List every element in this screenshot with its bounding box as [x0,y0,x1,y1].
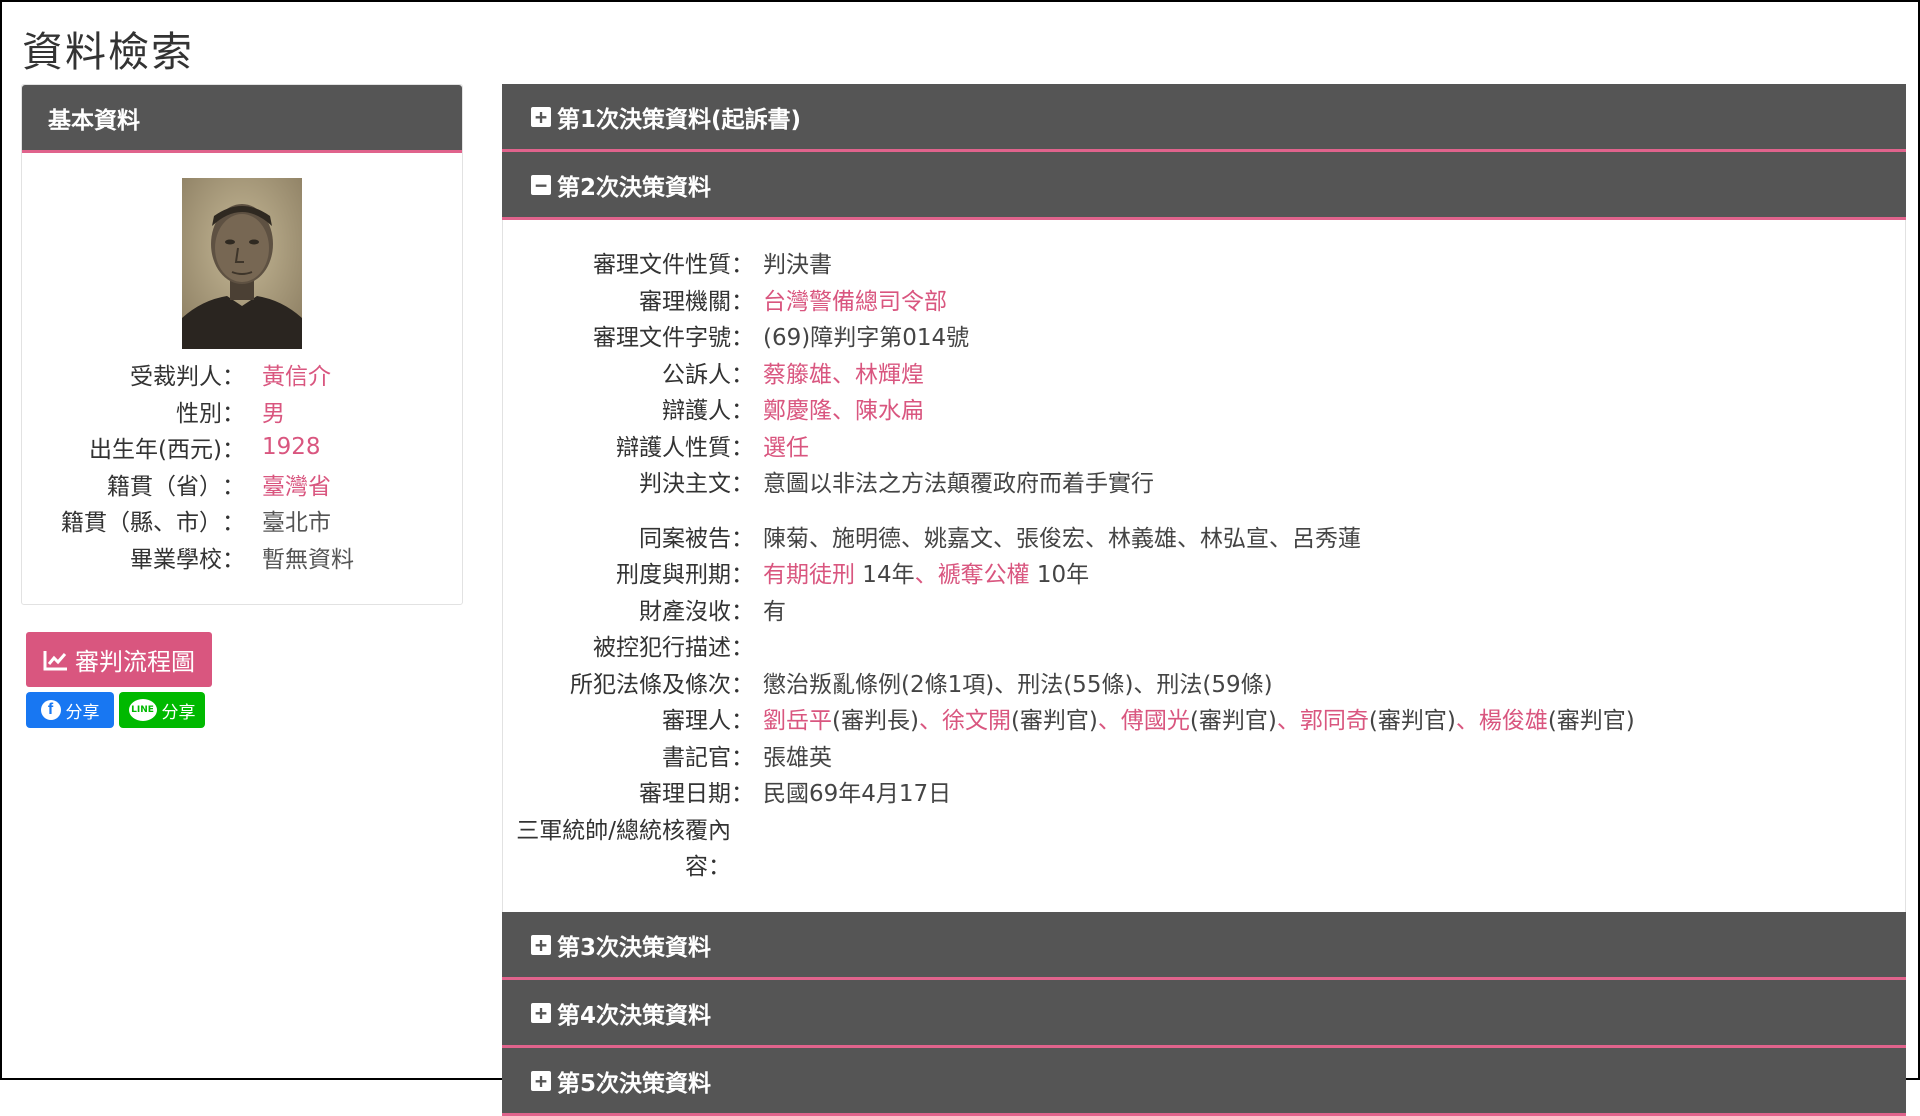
line-share-label: 分享 [161,702,196,723]
basic-info-label: 籍貫（縣、市） [61,510,222,537]
detail-row-defender: 辯護人 ： 鄭慶隆、陳水扁 [662,398,924,424]
basic-info-value[interactable]: 1928 [262,434,321,460]
accordion-header-4[interactable]: + 第4次決策資料 [502,980,1906,1048]
detail-row-sentence: 刑度與刑期 ： 有期徒刑 14年、褫奪公權 10年 [616,562,1090,588]
detail-row-judges: 審理人 ： 劉岳平(審判長)、徐文開(審判官)、傅國光(審判官)、郭同奇(審判官… [503,703,1903,740]
detail-row-verdict: 判決主文 ： 意圖以非法之方法顛覆政府而着手實行 [503,466,1903,503]
accordion-title-3: 第3次決策資料 [557,934,712,961]
sentence-type-link[interactable]: 有期徒刑 [763,562,855,588]
person-photo [182,178,302,349]
facebook-share-label: 分享 [65,702,100,723]
basic-info-label: 畢業學校 [130,546,222,573]
accordion-title-5: 第5次決策資料 [557,1070,712,1097]
detail-row-agency: 審理機關 ： 台灣警備總司令部 [639,288,947,315]
judge-link[interactable]: 劉岳平 [763,708,832,734]
verdict-value: 意圖以非法之方法顛覆政府而着手實行 [763,471,1154,497]
doc-no-value: (69)障判字第014號 [763,325,970,351]
defender-link[interactable]: 陳水扁 [855,398,924,424]
detail-row-doc-no: 審理文件字號 ： (69)障判字第014號 [503,320,1903,357]
basic-info-table: 受裁判人：黃信介 性別：男出生年(西元)： 1928 籍貫（省）：臺灣省 籍貫（縣、市）… [22,356,462,575]
detail-row-defender-type: 辯護人性質 ： 選任 [616,434,809,461]
detail-row-clerk: 書記官 ： 張雄英 [503,740,1903,777]
detail-row-charges-desc: 被控犯行描述 ： [593,635,754,661]
accordion-header-5[interactable]: + 第5次決策資料 [502,1048,1906,1116]
defender-link[interactable]: 鄭慶隆 [763,398,832,424]
basic-info-row: 畢業學校：暫無資料 [22,539,462,576]
decision-accordion: + 第1次決策資料(起訴書) − 第2次決策資料 審理文件性質 ： 判決書 審理… [502,84,1906,1116]
basic-info-value[interactable]: 男 [262,394,285,428]
basic-info-label: 籍貫（省） [107,473,222,500]
basic-info-value: 暫無資料 [262,546,354,573]
judge-link[interactable]: 楊俊雄 [1479,708,1548,734]
page-title: 資料檢索 [22,28,194,76]
detail-row-prosecutor: 公訴人 ： 蔡籐雄、林輝煌 [662,361,924,388]
detail-row-date: 審理日期 ： 民國69年4月17日 [503,776,1903,813]
facebook-icon: f [40,700,61,720]
confiscation-value: 有 [763,598,786,625]
flow-chart-button[interactable]: 審判流程圖 [26,632,212,687]
agency-link[interactable]: 台灣警備總司令部 [763,289,947,315]
plus-square-icon: + [531,1070,551,1091]
clerk-value: 張雄英 [763,744,832,771]
basic-info-card: 基本資料 受裁判人：黃信介 性別：男出生年(西元)： 1928 籍貫（省）：臺灣省 籍貫… [21,84,463,605]
prosecutor-link[interactable]: 林輝煌 [855,362,924,388]
accordion-header-3[interactable]: + 第3次決策資料 [502,912,1906,980]
sentence-type-link[interactable]: 褫奪公權 [938,562,1030,588]
judge-link[interactable]: 傅國光 [1121,708,1190,734]
detail-row-review: 三軍統帥/總統核覆內 容： [516,817,731,881]
line-icon: LINE [128,699,157,721]
detail-row-co-defendants: 同案被告 ： 陳菊、施明德、姚嘉文、張俊宏、林義雄、林弘宣、呂秀蓮 [503,521,1903,558]
detail-row-laws: 所犯法條及條次 ： 懲治叛亂條例(2條1項)、刑法(55條)、刑法(59條) [503,667,1903,704]
basic-info-row: 性別：男 [22,393,462,430]
accordion-body-2: 審理文件性質 ： 判決書 審理機關 ： 台灣警備總司令部 審理文件字號 ： (6… [502,220,1906,912]
judge-link[interactable]: 徐文開 [942,708,1011,734]
doc-type-value: 判決書 [763,252,832,278]
basic-info-value[interactable]: 黃信介 [262,357,331,391]
judge-link[interactable]: 郭同奇 [1300,708,1369,734]
basic-info-label: 出生年(西元) [89,437,222,464]
judges-value: 劉岳平(審判長)、徐文開(審判官)、傅國光(審判官)、郭同奇(審判官)、楊俊雄(… [763,708,1635,734]
plus-square-icon: + [531,1002,551,1023]
accordion-header-1[interactable]: + 第1次決策資料(起訴書) [502,84,1906,152]
basic-info-header: 基本資料 [22,85,462,153]
accordion-title-2: 第2次決策資料 [557,174,712,201]
line-share-button[interactable]: LINE 分享 [119,692,205,728]
basic-info-value[interactable]: 臺灣省 [262,467,331,501]
basic-info-row: 籍貫（縣、市）：臺北市 [22,502,462,539]
basic-info-row: 籍貫（省）：臺灣省 [22,466,462,503]
co-defendants-value: 陳菊、施明德、姚嘉文、張俊宏、林義雄、林弘宣、呂秀蓮 [763,525,1361,552]
line-chart-icon [43,650,67,670]
basic-info-row: 出生年(西元)： 1928 [22,429,462,466]
detail-row-doc-type: 審理文件性質 ： 判決書 [503,247,1903,284]
accordion-title-1: 第1次決策資料(起訴書) [557,106,802,133]
basic-info-label: 受裁判人 [130,364,222,391]
flow-chart-label: 審判流程圖 [75,648,195,676]
date-value: 民國69年4月17日 [763,781,952,807]
basic-info-label: 性別 [176,400,222,427]
plus-square-icon: + [531,934,551,955]
decision-detail-table: 審理文件性質 ： 判決書 審理機關 ： 台灣警備總司令部 審理文件字號 ： (6… [503,247,1903,886]
defender-type-link[interactable]: 選任 [763,435,809,461]
laws-value: 懲治叛亂條例(2條1項)、刑法(55條)、刑法(59條) [763,671,1273,698]
basic-info-row: 受裁判人：黃信介 [22,356,462,393]
prosecutor-link[interactable]: 蔡籐雄 [763,362,832,388]
detail-row-confiscation: 財產沒收 ： 有 [503,594,1903,631]
accordion-title-4: 第4次決策資料 [557,1002,712,1029]
facebook-share-button[interactable]: f 分享 [26,692,114,728]
minus-square-icon: − [531,174,551,195]
accordion-header-2[interactable]: − 第2次決策資料 [502,152,1906,220]
basic-info-value: 臺北市 [262,510,331,537]
plus-square-icon: + [531,106,551,127]
